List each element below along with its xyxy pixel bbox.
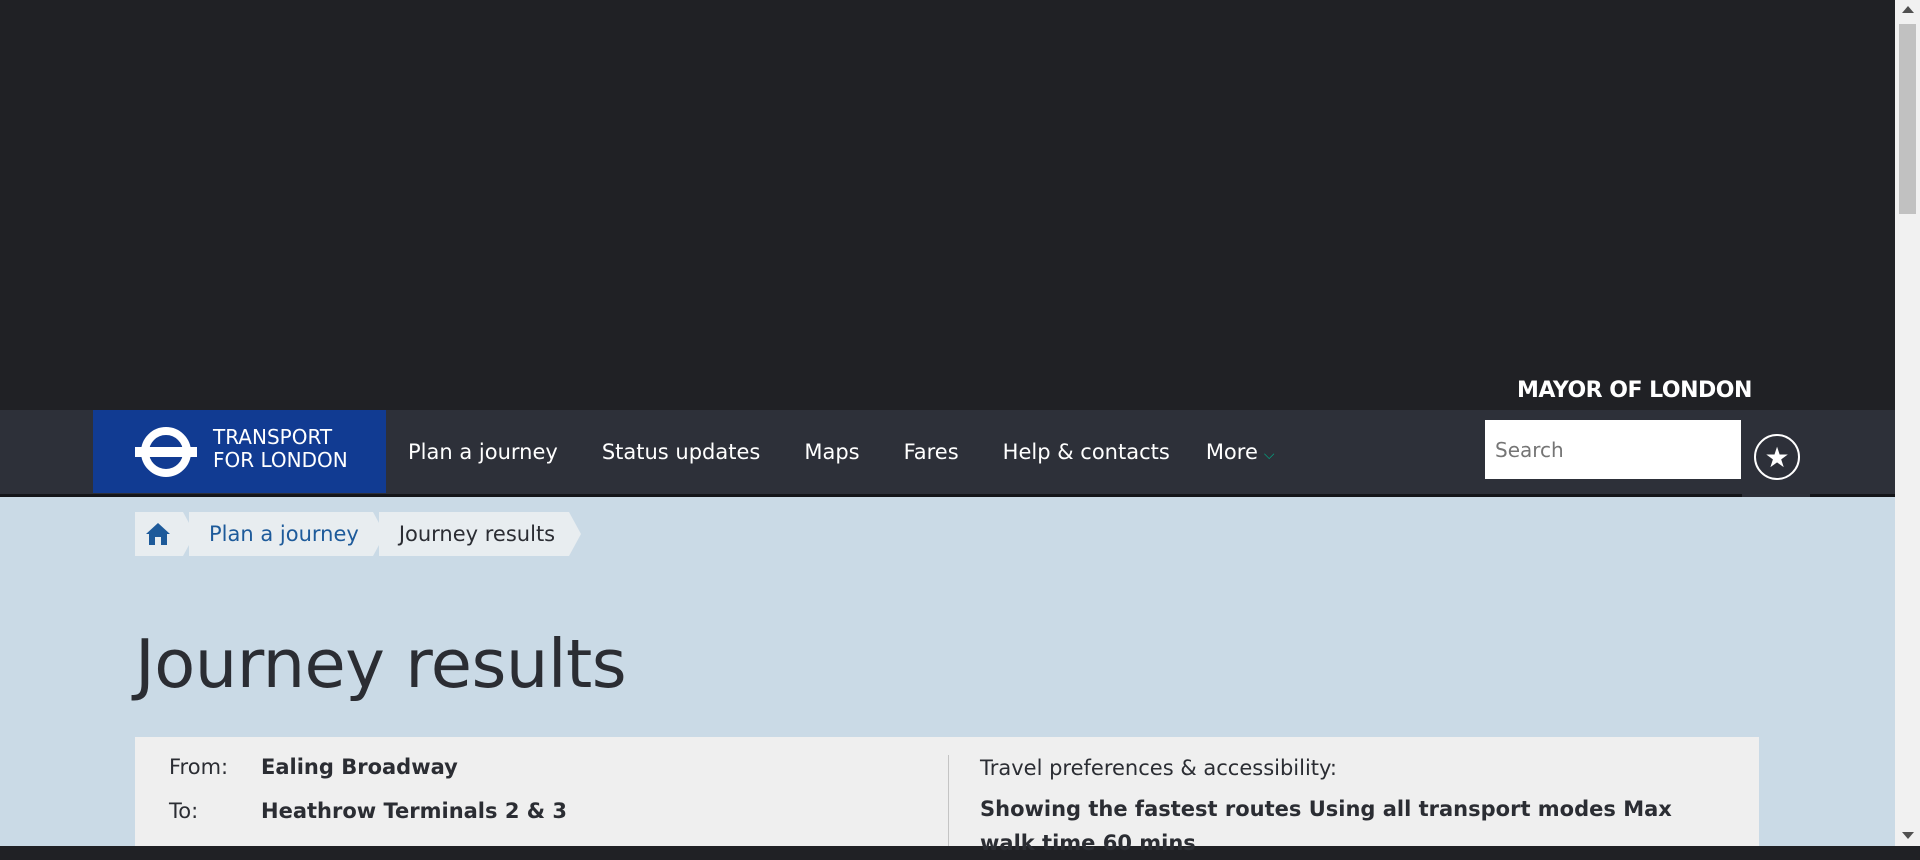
nav-item-more-label: More <box>1205 440 1258 464</box>
logo-line-2: FOR LONDON <box>213 448 348 472</box>
search-input[interactable] <box>1485 420 1741 479</box>
scroll-up-arrow-icon[interactable] <box>1902 6 1914 13</box>
scrollbar-thumb[interactable] <box>1899 24 1916 214</box>
home-icon <box>146 523 170 545</box>
chevron-down-icon: ⌵ <box>1263 447 1275 463</box>
preferences-value: Showing the fastest routes Using all tra… <box>980 797 1672 855</box>
tfl-roundel-icon <box>135 427 197 477</box>
star-icon[interactable]: ★ <box>1754 434 1800 480</box>
breadcrumb-journey-results-label: Journey results <box>398 522 556 546</box>
breadcrumb-journey-results: Journey results <box>378 512 582 556</box>
logo-text: TRANSPORT FOR LONDON <box>213 426 348 472</box>
favourites-area: ★ <box>1742 410 1810 498</box>
page-title: Journey results <box>135 625 627 703</box>
journey-summary: From: Ealing Broadway To: Heathrow Termina… <box>135 737 1759 855</box>
from-row: From: Ealing Broadway <box>169 755 458 779</box>
from-label: From: <box>169 755 229 779</box>
page: MAYOR OF LONDON TRANSPORT FOR LONDON Pla… <box>0 0 1895 855</box>
nav-item-status-updates[interactable]: Status updates <box>580 440 783 464</box>
breadcrumb: Plan a journey Journey results <box>135 512 582 556</box>
content-area: Plan a journey Journey results Journey r… <box>0 497 1895 855</box>
to-value: Heathrow Terminals 2 & 3 <box>261 799 567 823</box>
breadcrumb-home[interactable] <box>135 512 195 556</box>
nav-item-maps[interactable]: Maps <box>782 440 881 464</box>
nav-item-fares[interactable]: Fares <box>882 440 981 464</box>
breadcrumb-plan-a-journey[interactable]: Plan a journey <box>189 512 385 556</box>
nav-items: Plan a journey Status updates Maps Fares… <box>386 410 1297 494</box>
main-navigation: TRANSPORT FOR LONDON Plan a journey Stat… <box>0 410 1895 498</box>
nav-item-plan-a-journey[interactable]: Plan a journey <box>386 440 580 464</box>
logo-line-1: TRANSPORT <box>213 425 333 449</box>
to-label: To: <box>169 799 199 823</box>
travel-preferences: Travel preferences & accessibility: Show… <box>980 756 1720 860</box>
from-value: Ealing Broadway <box>261 755 458 779</box>
summary-divider <box>948 755 949 846</box>
scroll-down-arrow-icon[interactable] <box>1902 832 1914 839</box>
to-row: To: Heathrow Terminals 2 & 3 <box>169 799 567 823</box>
nav-item-help-contacts[interactable]: Help & contacts <box>981 440 1192 464</box>
tfl-logo-link[interactable]: TRANSPORT FOR LONDON <box>93 410 386 493</box>
mayor-of-london-link[interactable]: MAYOR OF LONDON <box>1517 378 1752 403</box>
breadcrumb-plan-a-journey-label: Plan a journey <box>209 522 359 546</box>
nav-item-more[interactable]: More ⌵ <box>1192 440 1297 464</box>
preferences-label: Travel preferences & accessibility: <box>980 756 1338 780</box>
header-banner: MAYOR OF LONDON <box>0 0 1895 410</box>
